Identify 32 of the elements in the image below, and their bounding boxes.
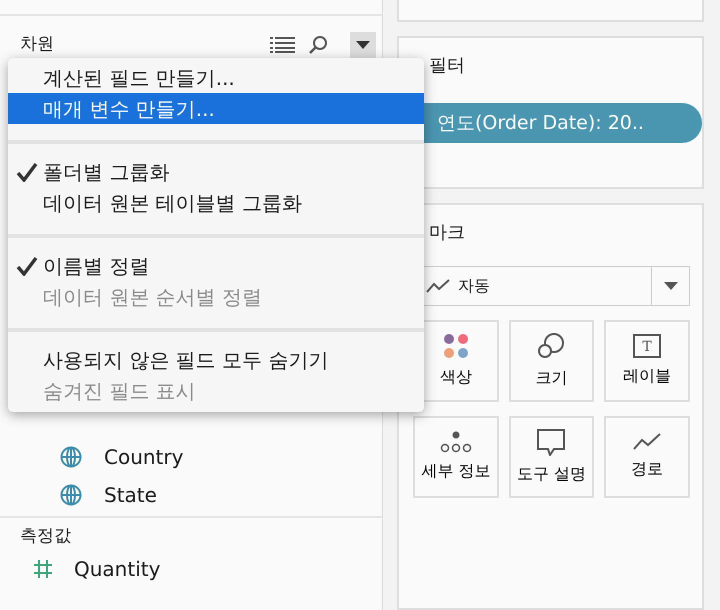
field-name[interactable]: State <box>104 480 157 510</box>
text-box-icon: T <box>633 334 662 358</box>
card-title: 필터 <box>429 54 466 78</box>
line-chart-icon <box>426 279 450 293</box>
dots-icon <box>440 431 472 453</box>
globe-icon <box>60 446 82 468</box>
list-view-icon[interactable] <box>270 36 296 54</box>
menu-item[interactable]: 계산된 필드 만들기... <box>8 62 424 93</box>
mark-button[interactable]: 크기 <box>508 320 594 402</box>
circles-icon <box>537 332 566 360</box>
mark-button[interactable]: 경로 <box>604 416 690 498</box>
caret-icon <box>664 282 678 290</box>
speech-bubble-icon <box>537 428 566 456</box>
dots-icon <box>442 333 469 359</box>
mark-button[interactable]: 세부 정보 <box>413 416 499 498</box>
card-title: 마크 <box>429 221 466 245</box>
menu-item[interactable]: 데이터 원본 테이블별 그룹화 <box>8 187 424 218</box>
hash-icon <box>34 560 52 578</box>
caret-icon <box>356 41 370 49</box>
field-name[interactable]: Quantity <box>74 554 160 584</box>
panel-title: 측정값 <box>20 525 72 548</box>
menu-item[interactable]: 폴더별 그룹화 <box>8 156 424 187</box>
dropdown-value: 자동 <box>458 275 490 297</box>
mark-button[interactable]: 도구 설명 <box>508 416 594 498</box>
search-icon[interactable] <box>308 35 328 55</box>
dropdown-button[interactable] <box>350 32 376 58</box>
panel-title: 차원 <box>20 33 54 56</box>
mark-button[interactable]: T 레이블 <box>604 320 690 402</box>
globe-icon <box>60 484 82 506</box>
line-chart-icon <box>633 433 662 451</box>
field-name[interactable]: Country <box>104 442 184 472</box>
menu-item[interactable]: 매개 변수 만들기... <box>8 93 424 124</box>
